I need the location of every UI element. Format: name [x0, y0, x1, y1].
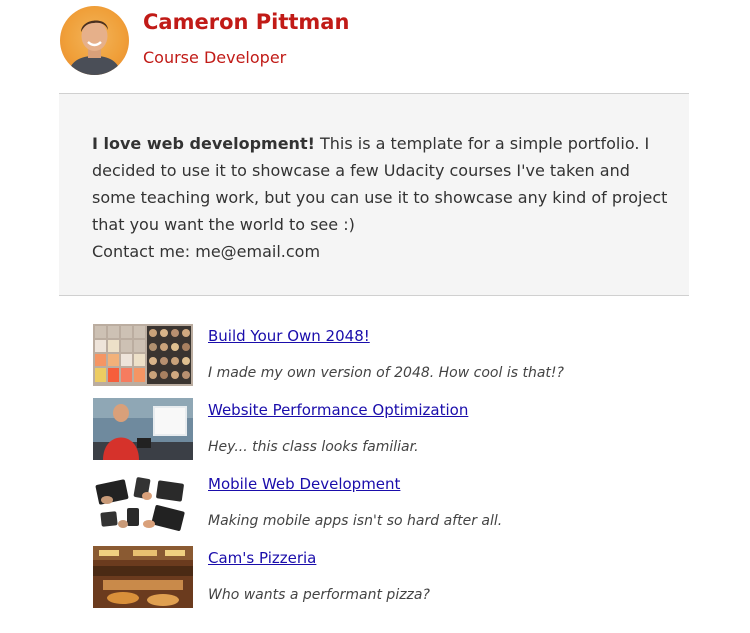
- avatar: [60, 6, 129, 75]
- list-item: Website Performance Optimization Hey... …: [93, 397, 653, 461]
- list-item: Cam's Pizzeria Who wants a performant pi…: [93, 545, 653, 609]
- project-description: Making mobile apps isn't so hard after a…: [208, 513, 503, 529]
- list-item: Mobile Web Development Making mobile app…: [93, 471, 653, 535]
- project-link[interactable]: Mobile Web Development: [208, 475, 400, 493]
- about-panel: I love web development! This is a templa…: [59, 93, 689, 296]
- project-description: I made my own version of 2048. How cool …: [208, 365, 564, 381]
- project-link[interactable]: Build Your Own 2048!: [208, 327, 370, 345]
- project-description: Hey... this class looks familiar.: [208, 439, 419, 455]
- presenter-thumbnail-icon[interactable]: [93, 398, 193, 460]
- profile-role: Course Developer: [143, 48, 287, 67]
- pizzeria-thumbnail-icon[interactable]: [93, 546, 193, 608]
- list-item: Build Your Own 2048! I made my own versi…: [93, 323, 653, 387]
- project-link[interactable]: Cam's Pizzeria: [208, 549, 316, 567]
- about-text: I love web development! This is a templa…: [92, 130, 672, 265]
- game-2048-thumbnail-icon[interactable]: [93, 324, 193, 386]
- project-description: Who wants a performant pizza?: [208, 587, 430, 603]
- avatar-portrait-icon: [68, 20, 121, 75]
- profile-name: Cameron Pittman: [143, 10, 350, 34]
- hands-devices-thumbnail-icon[interactable]: [93, 472, 193, 534]
- project-link[interactable]: Website Performance Optimization: [208, 401, 468, 419]
- about-lead: I love web development!: [92, 134, 315, 153]
- profile-header: Cameron Pittman Course Developer: [60, 6, 690, 78]
- about-contact: Contact me: me@email.com: [92, 242, 321, 261]
